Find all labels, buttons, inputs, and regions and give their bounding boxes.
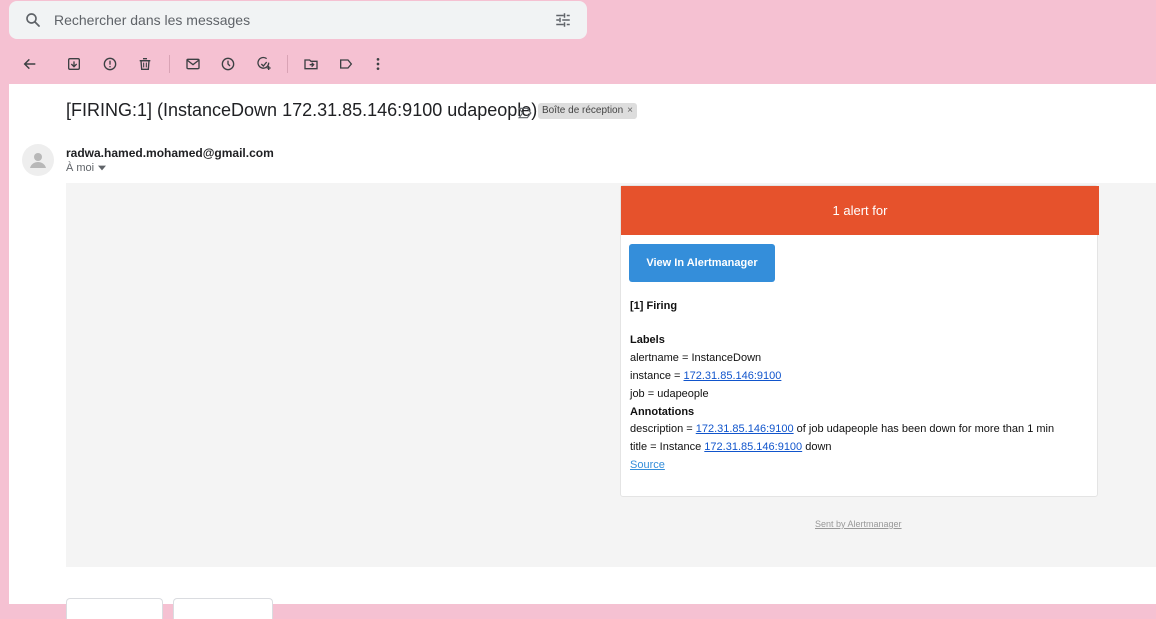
back-arrow-icon[interactable]	[20, 54, 40, 74]
importance-marker-icon[interactable]	[518, 106, 532, 124]
chevron-down-icon[interactable]	[98, 162, 107, 174]
view-in-alertmanager-button[interactable]: View In Alertmanager	[629, 244, 775, 282]
source-link[interactable]: Source	[630, 459, 665, 471]
recipient-label: À moi	[66, 162, 95, 174]
mark-unread-icon[interactable]	[183, 54, 203, 74]
sender-email[interactable]: radwa.hamed.mohamed@gmail.com	[66, 146, 274, 160]
message-panel: [FIRING:1] (InstanceDown 172.31.85.146:9…	[9, 84, 1156, 619]
job-line: job = udapeople	[630, 388, 709, 400]
reply-button[interactable]	[66, 598, 163, 619]
move-to-icon[interactable]	[301, 54, 321, 74]
add-task-icon[interactable]	[254, 54, 274, 74]
inbox-label-text: Boîte de réception	[542, 105, 624, 116]
annotations-heading: Annotations	[630, 406, 695, 418]
labels-heading: Labels	[630, 334, 665, 346]
instance-prefix: instance =	[630, 370, 684, 382]
alert-card: 1 alert for View In Alertmanager [1] Fir…	[620, 185, 1099, 497]
more-icon[interactable]	[368, 54, 388, 74]
message-toolbar	[0, 46, 1156, 82]
archive-icon[interactable]	[64, 54, 84, 74]
description-line: description = 172.31.85.146:9100 of job …	[630, 423, 1054, 435]
remove-label-button[interactable]: ×	[627, 103, 633, 119]
label-icon[interactable]	[336, 54, 356, 74]
snooze-icon[interactable]	[218, 54, 238, 74]
instance-link[interactable]: 172.31.85.146:9100	[684, 370, 782, 382]
delete-icon[interactable]	[135, 54, 155, 74]
alertname-line: alertname = InstanceDown	[630, 352, 762, 364]
alert-header: 1 alert for	[621, 186, 1099, 235]
title-prefix: title = Instance	[630, 441, 705, 453]
source-line: Source	[630, 459, 665, 471]
description-prefix: description =	[630, 423, 696, 435]
title-line: title = Instance 172.31.85.146:9100 down	[630, 441, 832, 453]
inbox-label-chip: Boîte de réception ×	[538, 103, 638, 119]
description-link[interactable]: 172.31.85.146:9100	[696, 423, 794, 435]
email-body: 1 alert for View In Alertmanager [1] Fir…	[66, 183, 1156, 567]
recipient-details[interactable]: À moi	[66, 162, 107, 174]
search-input[interactable]: Rechercher dans les messages	[54, 12, 250, 28]
search-bar[interactable]: Rechercher dans les messages	[9, 1, 587, 39]
description-suffix: of job udapeople has been down for more …	[793, 423, 1055, 435]
search-options-icon[interactable]	[554, 11, 572, 34]
avatar[interactable]	[22, 144, 54, 176]
forward-button[interactable]	[173, 598, 273, 619]
report-spam-icon[interactable]	[100, 54, 120, 74]
firing-count: [1] Firing	[630, 300, 678, 312]
instance-line: instance = 172.31.85.146:9100	[630, 370, 781, 382]
sent-by-alertmanager-link[interactable]: Sent by Alertmanager	[815, 519, 902, 529]
email-subject: [FIRING:1] (InstanceDown 172.31.85.146:9…	[66, 100, 538, 120]
title-suffix: down	[802, 441, 832, 453]
search-icon[interactable]	[24, 11, 42, 34]
title-link[interactable]: 172.31.85.146:9100	[704, 441, 802, 453]
